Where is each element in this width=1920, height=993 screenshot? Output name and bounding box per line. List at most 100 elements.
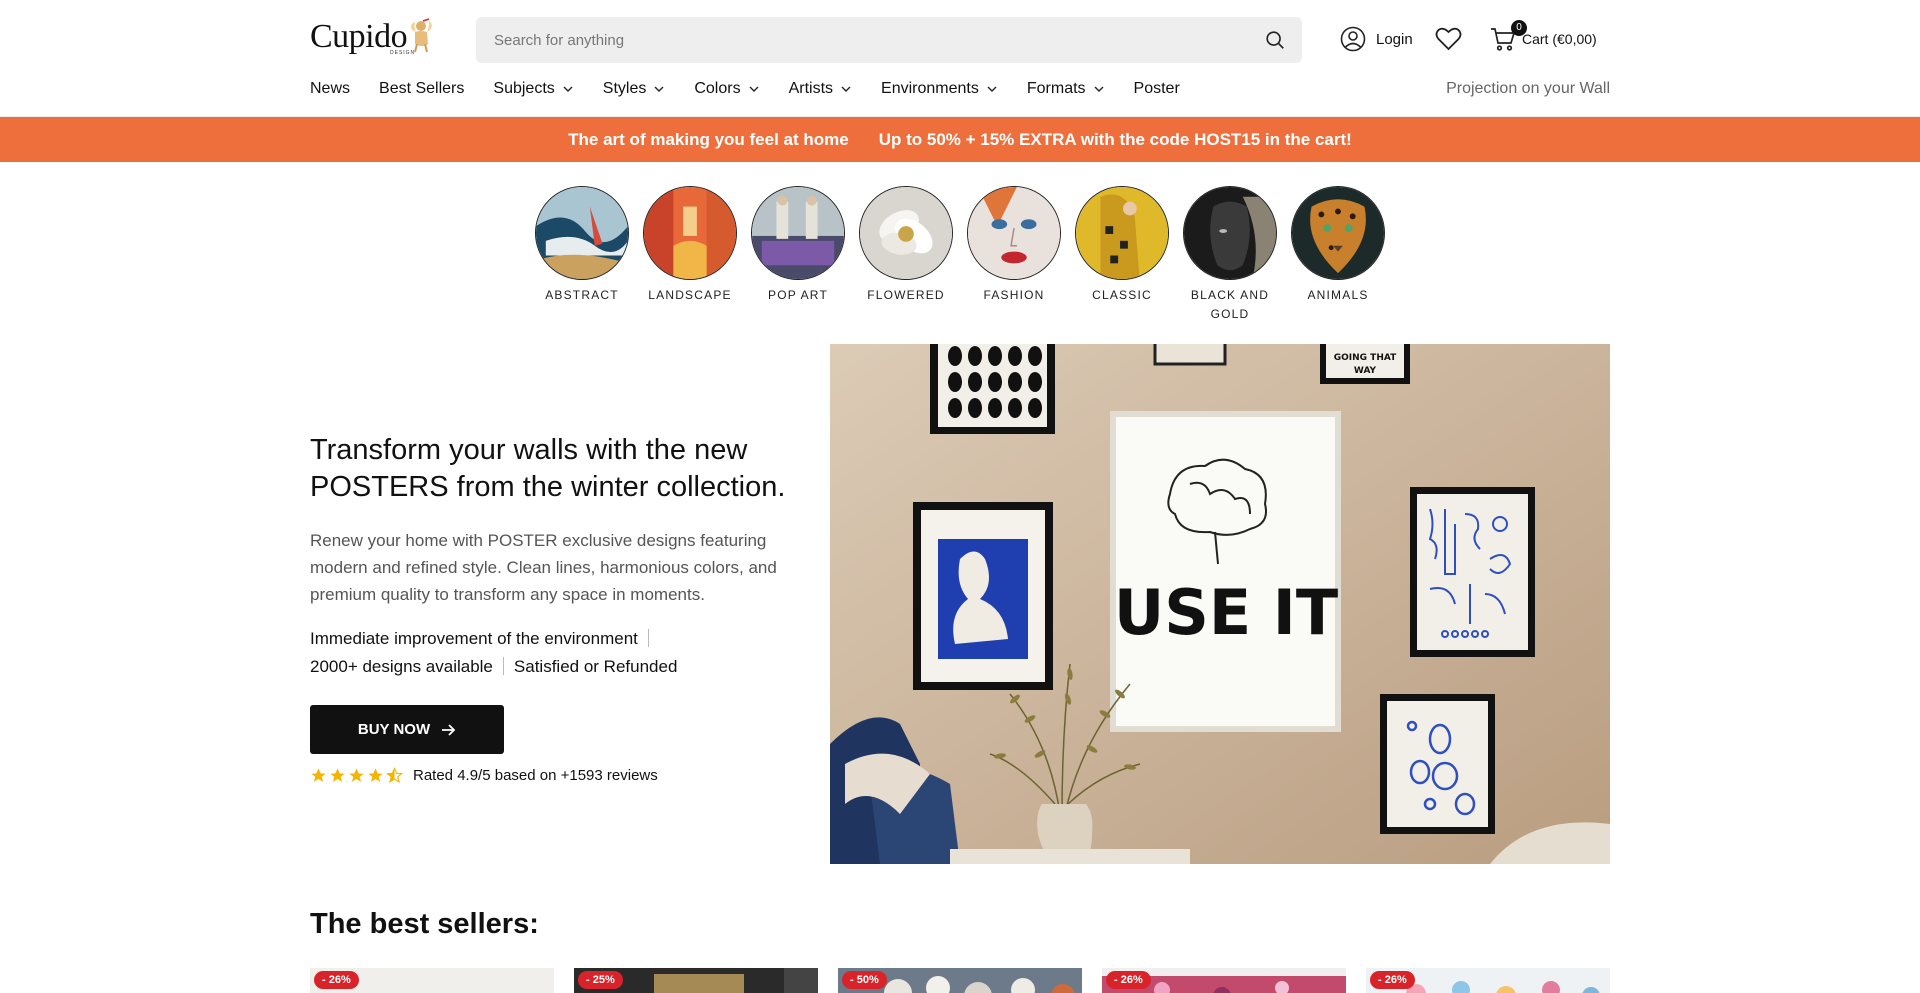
- chevron-down-icon: [987, 86, 997, 92]
- search-input[interactable]: [476, 17, 1236, 63]
- chevron-down-icon: [1094, 86, 1104, 92]
- promo-text-1: The art of making you feel at home: [568, 129, 849, 149]
- cupid-icon: [411, 18, 432, 53]
- nav-label: Formats: [1026, 80, 1086, 97]
- category-thumbnail: [859, 186, 953, 280]
- projection-link[interactable]: Projection on your Wall: [1446, 80, 1610, 98]
- product-card[interactable]: - 26%: [310, 968, 554, 993]
- hero-features: Immediate improvement of the environment…: [310, 625, 790, 681]
- chevron-down-icon: [841, 86, 851, 92]
- discount-badge: - 26%: [314, 971, 359, 989]
- feature-item: 2000+ designs available: [310, 657, 493, 676]
- logo-subtext: DESIGN: [390, 50, 416, 56]
- best-sellers-title: The best sellers:: [310, 908, 539, 940]
- star-icon: [330, 768, 345, 782]
- nav-label: News: [310, 80, 351, 97]
- category-classic[interactable]: CLASSIC: [1068, 186, 1176, 324]
- category-thumbnail: [1291, 186, 1385, 280]
- star-icon: [368, 768, 383, 782]
- nav-label: Styles: [602, 80, 647, 97]
- buy-now-button[interactable]: BUY NOW: [310, 705, 504, 754]
- star-icon: [349, 768, 364, 782]
- nav-item-environments[interactable]: Environments: [881, 80, 998, 98]
- promo-text-2: Up to 50% + 15% EXTRA with the code HOST…: [878, 129, 1352, 149]
- cart-icon-wrap: 0: [1490, 20, 1527, 52]
- wall-gallery-image: GOING THAT WAY USE IT: [830, 344, 1610, 864]
- category-thumbnail: [1075, 186, 1169, 280]
- nav-item-artists[interactable]: Artists: [789, 80, 852, 98]
- nav-item-poster[interactable]: Poster: [1134, 80, 1180, 98]
- nav-item-subjects[interactable]: Subjects: [493, 80, 573, 98]
- category-landscape[interactable]: LANDSCAPE: [636, 186, 744, 324]
- category-label: LANDSCAPE: [648, 288, 732, 302]
- product-card[interactable]: - 25%: [574, 968, 818, 993]
- star-icon: [311, 768, 326, 782]
- feature-item: Satisfied or Refunded: [513, 657, 678, 676]
- discount-badge: - 50%: [842, 971, 887, 989]
- hero-description: Renew your home with POSTER exclusive de…: [310, 531, 777, 604]
- category-fashion[interactable]: FASHION: [960, 186, 1068, 324]
- category-thumbnail: [751, 186, 845, 280]
- buy-now-label: BUY NOW: [357, 721, 431, 738]
- category-label: FASHION: [983, 288, 1045, 302]
- category-thumbnail: [967, 186, 1061, 280]
- cart-label: Cart (€0,00): [1522, 31, 1597, 47]
- logo-text: Cupido: [310, 18, 408, 55]
- search-bar: [476, 17, 1302, 63]
- category-label: FLOWERED: [867, 288, 945, 302]
- search-icon[interactable]: [1264, 29, 1286, 51]
- category-animals[interactable]: ANIMALS: [1284, 186, 1392, 324]
- nav-item-formats[interactable]: Formats: [1027, 80, 1105, 98]
- star-half-icon: [386, 767, 403, 784]
- category-thumbnail: [643, 186, 737, 280]
- nav-item-best-sellers[interactable]: Best Sellers: [379, 80, 464, 98]
- product-card[interactable]: - 26%: [1366, 968, 1610, 993]
- nav-label: Colors: [694, 80, 741, 97]
- nav-label: Artists: [788, 80, 834, 97]
- promo-bar: The art of making you feel at home Up to…: [0, 117, 1920, 162]
- chevron-down-icon: [749, 86, 759, 92]
- nav-item-styles[interactable]: Styles: [603, 80, 666, 98]
- chevron-down-icon: [654, 86, 664, 92]
- cart-count-badge: 0: [1511, 20, 1527, 36]
- arrow-right-icon: [442, 723, 456, 736]
- category-black-and-gold[interactable]: BLACK AND GOLD: [1176, 186, 1284, 324]
- category-thumbnail: [1183, 186, 1277, 280]
- login-button[interactable]: Login: [1340, 26, 1413, 52]
- logo[interactable]: Cupido DESIGN: [310, 18, 435, 56]
- nav-item-news[interactable]: News: [310, 80, 350, 98]
- nav-label: Subjects: [493, 80, 555, 97]
- rating-stars: [310, 767, 403, 784]
- category-label: BLACK AND GOLD: [1190, 288, 1270, 321]
- hero-title: Transform your walls with the new POSTER…: [310, 434, 786, 503]
- svg-text:GOING THAT: GOING THAT: [1334, 353, 1397, 363]
- feature-item: Immediate improvement of the environment: [310, 629, 638, 648]
- divider: [647, 629, 649, 647]
- product-card[interactable]: - 26%: [1102, 968, 1346, 993]
- category-label: ANIMALS: [1307, 288, 1369, 302]
- rating: Rated 4.9/5 based on +1593 reviews: [310, 767, 658, 784]
- cart-button[interactable]: 0 Cart (€0,00): [1490, 20, 1597, 52]
- discount-badge: - 26%: [1106, 971, 1151, 989]
- category-thumbnail: [535, 186, 629, 280]
- category-abstract[interactable]: ABSTRACT: [528, 186, 636, 324]
- category-label: POP ART: [768, 288, 828, 302]
- heart-icon: [1435, 27, 1462, 51]
- divider: [502, 657, 504, 675]
- category-label: ABSTRACT: [545, 288, 619, 302]
- product-list: - 26% - 25% - 50% - 26% - 26%: [310, 968, 1610, 993]
- site-header: Cupido DESIGN Login 0: [0, 0, 1920, 117]
- user-icon: [1340, 26, 1366, 52]
- category-pop-art[interactable]: POP ART: [744, 186, 852, 324]
- category-flowered[interactable]: FLOWERED: [852, 186, 960, 324]
- wishlist-button[interactable]: [1435, 26, 1462, 57]
- nav-label: Poster: [1133, 80, 1180, 97]
- hero-image: GOING THAT WAY USE IT: [830, 344, 1610, 864]
- category-label: CLASSIC: [1092, 288, 1152, 302]
- discount-badge: - 26%: [1370, 971, 1415, 989]
- nav-label: Environments: [881, 80, 979, 97]
- nav-item-colors[interactable]: Colors: [694, 80, 759, 98]
- chevron-down-icon: [563, 86, 573, 92]
- discount-badge: - 25%: [578, 971, 623, 989]
- product-card[interactable]: - 50%: [838, 968, 1082, 993]
